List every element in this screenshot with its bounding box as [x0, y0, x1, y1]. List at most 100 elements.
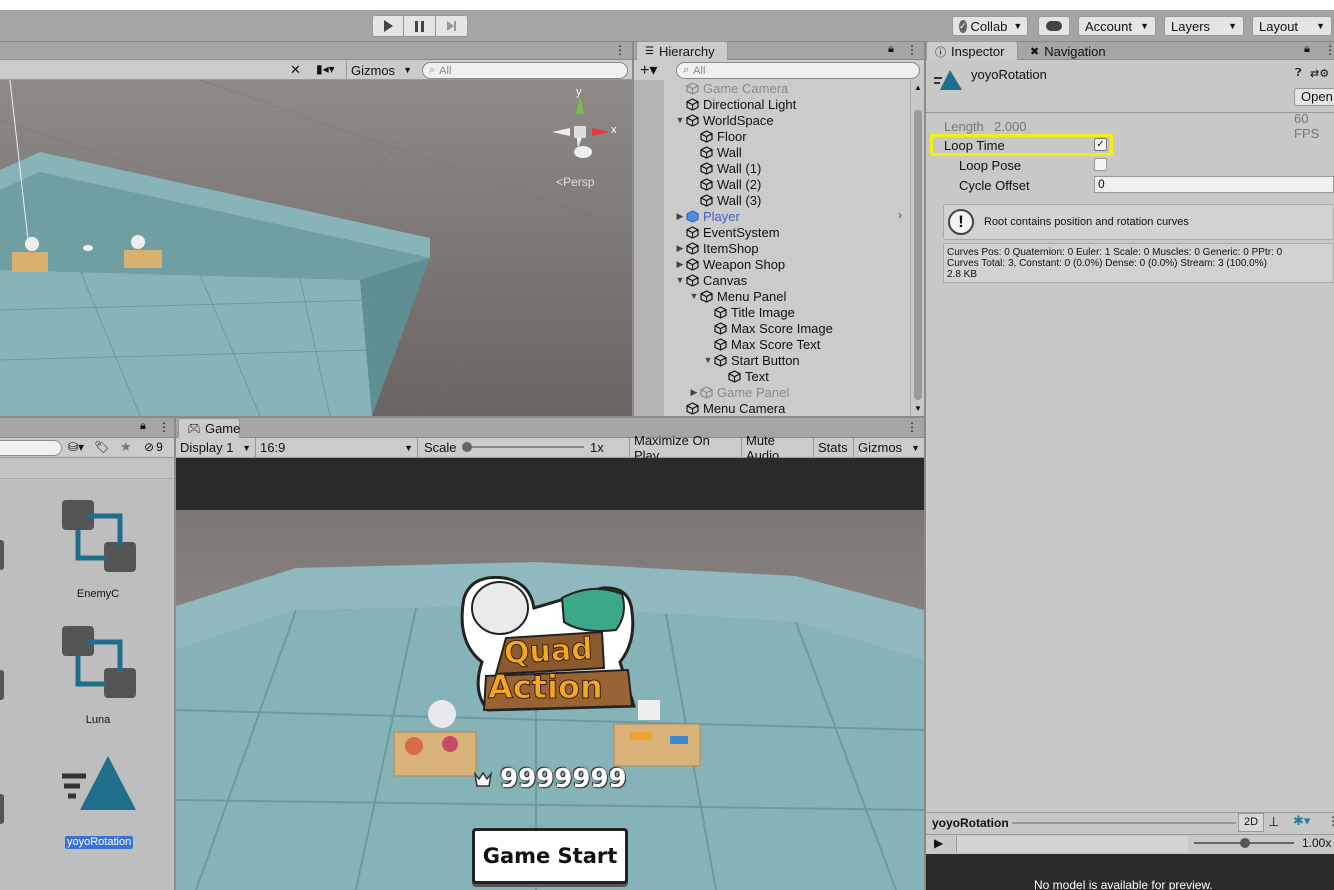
- hidden-packages-toggle[interactable]: ⊘ 9: [144, 440, 163, 454]
- hierarchy-rows: Game Camera Directional Light ▼ WorldSpace F…: [664, 80, 910, 416]
- hierarchy-item[interactable]: Directional Light: [664, 96, 796, 112]
- cycle-offset-field[interactable]: 0: [1094, 176, 1334, 193]
- project-search-input[interactable]: [0, 440, 62, 456]
- preview-speed-thumb[interactable]: [1240, 838, 1250, 848]
- expand-down-icon[interactable]: ▼: [688, 291, 700, 301]
- stats-toggle[interactable]: Stats: [814, 438, 854, 457]
- add-icon[interactable]: +▾: [640, 60, 657, 80]
- hierarchy-item[interactable]: Game Camera: [664, 80, 788, 96]
- hierarchy-item[interactable]: Wall (1): [664, 160, 761, 176]
- more-options-icon[interactable]: ⋮: [158, 420, 170, 434]
- avatar-icon[interactable]: ✱▾: [1293, 813, 1310, 829]
- preview-timeline-bar[interactable]: [956, 836, 1188, 852]
- pivot-icon[interactable]: ⊥: [1268, 814, 1279, 830]
- more-options-icon[interactable]: ⋮: [1324, 43, 1334, 57]
- gameobject-cube-icon: [700, 161, 713, 175]
- hierarchy-item[interactable]: ▶ Player: [664, 208, 740, 224]
- project-item-yoyorotation[interactable]: yoyoRotation: [48, 752, 148, 856]
- settings-icon[interactable]: ⇄⚙: [1310, 67, 1329, 80]
- scrollbar-thumb[interactable]: [914, 110, 922, 400]
- more-options-icon[interactable]: ⋮: [906, 43, 918, 57]
- hierarchy-item[interactable]: EventSystem: [664, 224, 780, 240]
- expand-down-icon[interactable]: ▼: [674, 115, 686, 125]
- lock-icon[interactable]: 🔒︎: [140, 420, 146, 433]
- loop-pose-checkbox[interactable]: [1094, 158, 1107, 171]
- more-options-icon[interactable]: ⋮: [1327, 814, 1334, 828]
- layers-dropdown[interactable]: Layers ▼: [1164, 16, 1244, 36]
- hierarchy-search-input[interactable]: ⌕ All: [676, 62, 920, 79]
- expand-right-icon[interactable]: ▶: [688, 387, 700, 398]
- step-button[interactable]: [436, 15, 468, 37]
- loop-pose-row[interactable]: Loop Pose: [928, 156, 1334, 174]
- tab-hierarchy[interactable]: ☰ Hierarchy: [636, 41, 728, 61]
- account-dropdown[interactable]: Account ▼: [1078, 16, 1156, 36]
- mute-audio-toggle[interactable]: Mute Audio: [742, 433, 814, 463]
- aspect-dropdown[interactable]: 16:9 ▼: [256, 438, 418, 457]
- hierarchy-item[interactable]: Floor: [664, 128, 747, 144]
- layout-dropdown[interactable]: Layout ▼: [1252, 16, 1332, 36]
- hierarchy-item[interactable]: ▼ Menu Panel: [664, 288, 787, 304]
- play-button[interactable]: [372, 15, 404, 37]
- preview-play-icon[interactable]: ▶: [934, 836, 943, 850]
- scene-tools-icon[interactable]: ✕: [290, 62, 301, 78]
- lock-icon[interactable]: 🔒︎: [1304, 43, 1310, 56]
- open-button[interactable]: Open: [1294, 88, 1334, 106]
- hierarchy-item-label: Wall (1): [717, 160, 762, 176]
- scale-slider[interactable]: [464, 446, 584, 448]
- loop-time-checkbox[interactable]: ✓: [1094, 138, 1107, 151]
- scene-viewport[interactable]: [0, 80, 632, 416]
- hierarchy-item[interactable]: Wall: [664, 144, 742, 160]
- expand-right-icon[interactable]: ▶: [674, 211, 686, 222]
- hierarchy-item[interactable]: ▶ Weapon Shop: [664, 256, 786, 272]
- hierarchy-item[interactable]: Title Image: [664, 304, 795, 320]
- expand-down-icon[interactable]: ▼: [674, 275, 686, 285]
- tab-game[interactable]: 🎮︎ Game: [178, 418, 240, 438]
- more-options-icon[interactable]: ⋮: [614, 43, 626, 57]
- expand-right-icon[interactable]: ▶: [674, 259, 686, 270]
- game-gizmos-dropdown[interactable]: Gizmos ▼: [854, 438, 924, 457]
- hierarchy-item[interactable]: Max Score Text: [664, 336, 820, 352]
- game-start-button[interactable]: Game Start: [472, 828, 628, 884]
- tab-navigation[interactable]: ✖ Navigation: [1022, 41, 1114, 61]
- project-item-luna[interactable]: Luna: [48, 624, 148, 728]
- scene-orientation-gizmo[interactable]: y x: [548, 86, 618, 164]
- hierarchy-item[interactable]: Max Score Image: [664, 320, 833, 336]
- scene-search-input[interactable]: ⌕ All: [422, 62, 628, 79]
- hierarchy-item[interactable]: Text: [664, 368, 769, 384]
- chevron-down-icon: ▼: [1140, 21, 1149, 31]
- hierarchy-item[interactable]: Wall (2): [664, 176, 761, 192]
- star-icon[interactable]: ★: [120, 439, 132, 455]
- pause-button[interactable]: [404, 15, 436, 37]
- preview-2d-button[interactable]: 2D: [1238, 813, 1264, 832]
- display-dropdown[interactable]: Display 1 ▼: [176, 438, 256, 457]
- hierarchy-item[interactable]: ▶ ItemShop: [664, 240, 759, 256]
- cloud-button[interactable]: [1038, 16, 1070, 36]
- lock-icon[interactable]: 🔒︎: [888, 43, 894, 56]
- hierarchy-scrollbar[interactable]: ▲ ▼: [910, 80, 924, 416]
- hierarchy-item[interactable]: ▼ WorldSpace: [664, 112, 774, 128]
- hierarchy-item[interactable]: ▼ Canvas: [664, 272, 748, 288]
- camera-icon[interactable]: ▮◂▾: [316, 62, 335, 76]
- hierarchy-item[interactable]: ▼ Start Button: [664, 352, 800, 368]
- hierarchy-item-label: WorldSpace: [703, 112, 774, 128]
- hierarchy-item[interactable]: Wall (3): [664, 192, 761, 208]
- player-expand-arrow-icon[interactable]: ›: [898, 208, 902, 222]
- scale-slider-thumb[interactable]: [462, 442, 472, 452]
- scroll-down-icon[interactable]: ▼: [914, 404, 922, 413]
- more-options-icon[interactable]: ⋮: [906, 420, 918, 434]
- project-item-enemyc[interactable]: EnemyC: [48, 498, 148, 602]
- help-icon[interactable]: ❓︎: [1295, 67, 1302, 80]
- scene-gizmos-dropdown[interactable]: Gizmos ▼: [346, 61, 414, 79]
- expand-right-icon[interactable]: ▶: [674, 243, 686, 254]
- tab-inspector[interactable]: ⓘ Inspector: [926, 41, 1018, 61]
- hierarchy-item[interactable]: Menu Camera: [664, 400, 785, 416]
- expand-down-icon[interactable]: ▼: [702, 355, 714, 365]
- scroll-up-icon[interactable]: ▲: [914, 83, 922, 92]
- persp-label[interactable]: <Persp: [556, 175, 594, 189]
- loop-time-row[interactable]: Loop Time ✓: [928, 136, 1334, 154]
- maximize-on-play-toggle[interactable]: Maximize On Play: [630, 433, 742, 463]
- tag-icon[interactable]: 🏷︎: [94, 440, 109, 454]
- collab-button[interactable]: ✓ Collab ▼: [952, 16, 1028, 36]
- search-by-type-icon[interactable]: ⛁▾: [68, 440, 84, 454]
- hierarchy-item[interactable]: ▶ Game Panel: [664, 384, 790, 400]
